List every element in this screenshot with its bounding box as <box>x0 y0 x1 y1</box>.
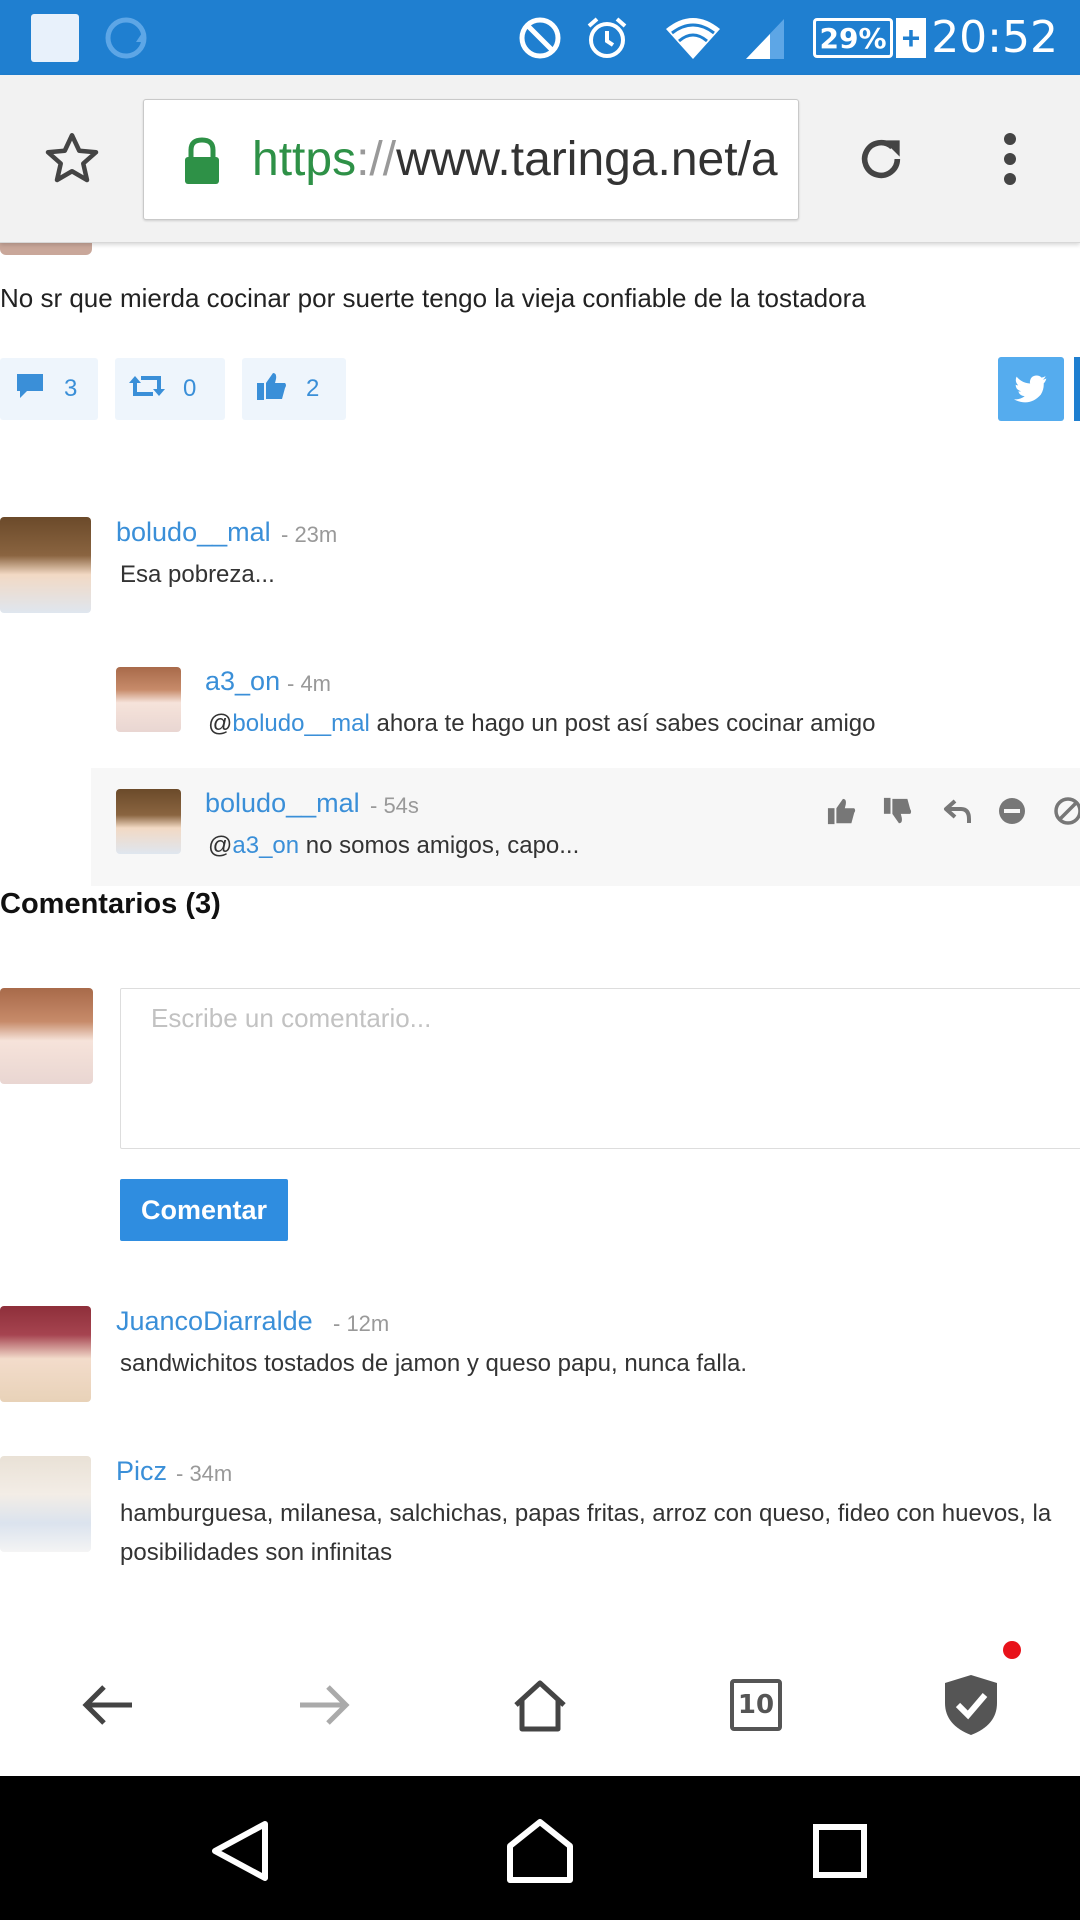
url-text: https://www.taringa.net/a <box>252 132 778 187</box>
reply-body: no somos amigos, capo... <box>299 832 580 859</box>
square-recents-icon <box>813 1824 867 1878</box>
system-recents-button[interactable] <box>795 1806 885 1896</box>
bookmark-star-button[interactable] <box>24 111 120 207</box>
twitter-icon <box>1014 375 1047 403</box>
user-avatar[interactable] <box>116 667 181 732</box>
block-icon <box>1054 797 1080 825</box>
system-navigation-bar <box>0 1776 1080 1920</box>
user-avatar[interactable] <box>116 789 181 854</box>
reply-highlighted-row <box>91 768 1080 886</box>
url-host: www.taringa.net/a <box>396 133 778 186</box>
reply-text: @boludo__mal ahora te hago un post así s… <box>208 710 875 738</box>
star-icon <box>45 133 99 183</box>
triangle-back-icon <box>212 1821 268 1881</box>
user-avatar[interactable] <box>0 1306 91 1402</box>
reply-button[interactable] <box>940 793 976 829</box>
comment-author[interactable]: Picz <box>116 1456 167 1487</box>
system-back-button[interactable] <box>195 1806 285 1896</box>
thumbs-up-icon <box>256 371 288 408</box>
reply-icon <box>944 799 971 823</box>
reload-button[interactable] <box>833 111 929 207</box>
comment-icon <box>14 372 46 407</box>
reply-author[interactable]: boludo__mal <box>205 788 360 819</box>
shares-count: 0 <box>183 375 197 402</box>
tabs-button[interactable]: 10 <box>716 1665 796 1745</box>
twitter-share-button[interactable] <box>998 357 1064 421</box>
home-button[interactable] <box>500 1665 580 1745</box>
comments-section-title: Comentarios (3) <box>0 888 221 920</box>
comment-author[interactable]: JuancoDiarralde <box>116 1306 313 1337</box>
likes-count: 2 <box>306 375 320 402</box>
comment-time: - 12m <box>333 1311 390 1336</box>
submit-comment-button[interactable]: Comentar <box>120 1179 288 1241</box>
tabs-icon: 10 <box>730 1679 782 1731</box>
mention-prefix: @ <box>208 832 233 859</box>
url-protocol: https <box>252 133 357 186</box>
post-text: No sr que mierda cocinar por suerte teng… <box>0 283 866 313</box>
comment-text-line: posibilidades son infinitas <box>120 1539 393 1566</box>
mention-link[interactable]: boludo__mal <box>232 710 369 737</box>
comment-text: Esa pobreza... <box>120 561 275 588</box>
user-avatar[interactable] <box>0 1456 91 1552</box>
current-user-avatar <box>0 988 93 1084</box>
status-bar: 29% + 20:52 <box>0 0 1080 75</box>
shares-count-button[interactable]: 0 <box>115 358 225 420</box>
hide-button[interactable] <box>994 793 1030 829</box>
url-bar[interactable]: https://www.taringa.net/a <box>143 99 799 220</box>
overflow-menu-icon <box>1004 133 1016 185</box>
dislike-button[interactable] <box>880 793 916 829</box>
alarm-icon <box>582 0 632 75</box>
system-home-icon <box>507 1819 573 1883</box>
comment-time: - 34m <box>176 1461 233 1486</box>
do-not-disturb-icon <box>515 0 565 75</box>
wifi-icon <box>660 0 726 75</box>
home-icon <box>514 1680 566 1732</box>
notification-dot <box>1003 1641 1021 1659</box>
reply-time: - 54s <box>370 793 419 818</box>
reply-text: @a3_on no somos amigos, capo... <box>208 832 579 860</box>
overflow-menu-button[interactable] <box>962 111 1058 207</box>
charging-plus-icon: + <box>896 18 926 58</box>
forward-button[interactable] <box>284 1665 364 1745</box>
shield-check-icon <box>945 1675 997 1735</box>
sync-disabled-icon <box>100 0 156 75</box>
comments-count-button[interactable]: 3 <box>0 358 98 420</box>
reload-icon <box>861 139 901 179</box>
privacy-shield-button[interactable] <box>931 1665 1011 1745</box>
like-button[interactable] <box>824 793 860 829</box>
signal-icon <box>740 0 790 75</box>
browser-bottom-nav: 10 <box>0 1630 1080 1776</box>
url-separator: :// <box>356 133 397 186</box>
block-button[interactable] <box>1050 793 1080 829</box>
forward-arrow-icon <box>300 1685 350 1725</box>
comments-count: 3 <box>64 375 78 402</box>
system-home-button[interactable] <box>495 1806 585 1896</box>
comment-text: sandwichitos tostados de jamon y queso p… <box>120 1350 748 1377</box>
facebook-share-button[interactable] <box>1074 357 1080 421</box>
browser-toolbar: https://www.taringa.net/a <box>0 75 1080 243</box>
dislike-icon <box>883 797 912 824</box>
comment-time: - 23m <box>281 522 338 547</box>
reply-body: ahora te hago un post así sabes cocinar … <box>369 710 876 737</box>
notification-square-icon <box>30 0 80 75</box>
mention-prefix: @ <box>208 710 233 737</box>
comment-text-line: hamburguesa, milanesa, salchichas, papas… <box>120 1500 1052 1527</box>
retweet-icon <box>129 372 165 407</box>
post-author-avatar[interactable] <box>0 243 92 255</box>
reply-author[interactable]: a3_on <box>205 666 280 697</box>
back-button[interactable] <box>68 1665 148 1745</box>
comment-author[interactable]: boludo__mal <box>116 517 271 548</box>
back-arrow-icon <box>82 1685 132 1725</box>
battery-indicator: 29% <box>813 18 893 58</box>
clock: 20:52 <box>931 12 1058 63</box>
hide-icon <box>999 798 1025 824</box>
comment-input[interactable] <box>120 988 1080 1149</box>
like-icon <box>827 798 856 825</box>
mention-link[interactable]: a3_on <box>232 832 299 859</box>
page-content: No sr que mierda cocinar por suerte teng… <box>0 243 1080 1776</box>
likes-count-button[interactable]: 2 <box>242 358 346 420</box>
lock-icon <box>182 136 222 191</box>
user-avatar[interactable] <box>0 517 91 613</box>
reply-time: - 4m <box>287 671 331 696</box>
